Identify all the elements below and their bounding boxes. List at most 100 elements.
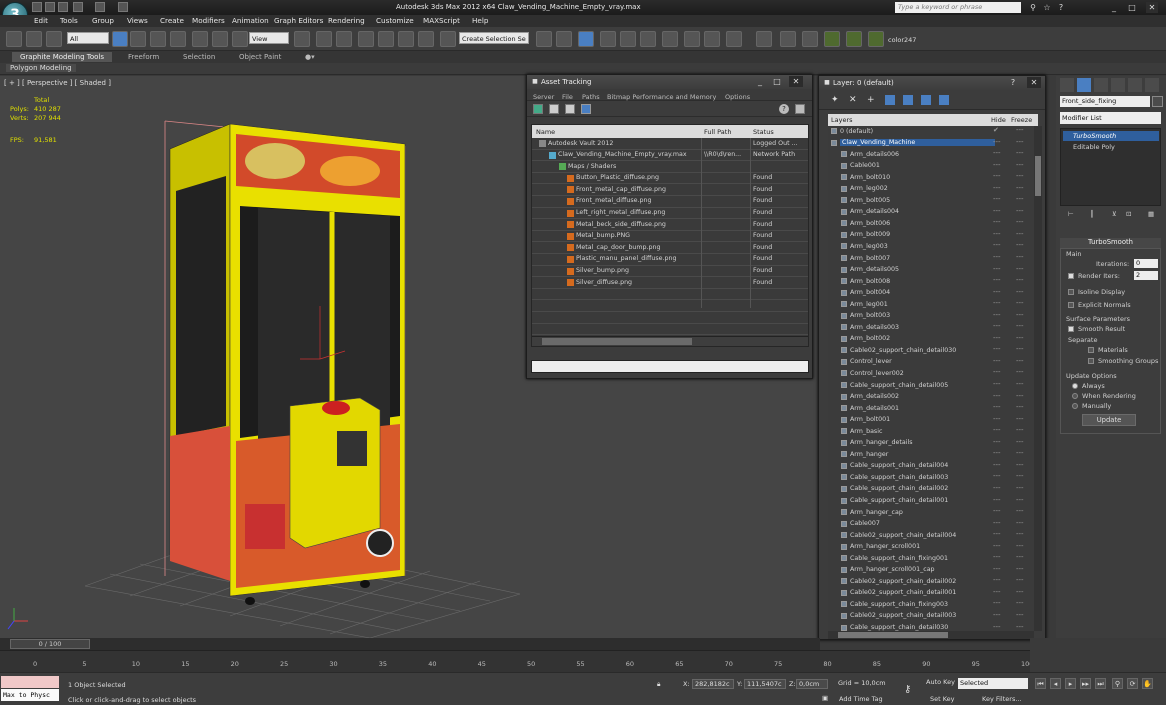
utilities-tab-icon[interactable] <box>1145 78 1159 92</box>
freeze-toggle[interactable]: --- <box>1016 403 1024 411</box>
delete-layer-icon[interactable]: ✕ <box>849 95 859 105</box>
render-iters-spinner[interactable]: 2 <box>1134 271 1158 280</box>
isoline-display-checkbox[interactable] <box>1068 289 1074 295</box>
tree-view-icon[interactable] <box>565 104 575 114</box>
hide-toggle[interactable]: --- <box>993 392 1001 400</box>
help-icon[interactable]: ? <box>779 104 789 114</box>
freeze-toggle[interactable]: --- <box>1016 426 1024 434</box>
freeze-toggle[interactable]: --- <box>1016 126 1024 134</box>
freeze-all-layers-icon[interactable] <box>939 95 949 105</box>
asset-close-button[interactable]: ✕ <box>789 76 803 87</box>
graphite-toggle-icon[interactable] <box>600 31 616 47</box>
go-to-start-icon[interactable]: ⏮ <box>1035 678 1046 689</box>
open-icon[interactable] <box>45 2 55 12</box>
hide-toggle[interactable]: --- <box>993 530 1001 538</box>
tab-object-paint[interactable]: Object Paint <box>239 53 281 61</box>
motion-tab-icon[interactable] <box>1111 78 1125 92</box>
select-manipulate-icon[interactable] <box>316 31 332 47</box>
hide-toggle[interactable]: --- <box>993 496 1001 504</box>
layer-object-row[interactable]: Arm_hanger_scroll001_cap --- --- <box>828 565 1034 577</box>
project-folder-icon[interactable] <box>118 2 128 12</box>
key-icon[interactable]: ⚷ <box>904 684 911 695</box>
freeze-toggle[interactable]: --- <box>1016 172 1024 180</box>
hide-toggle[interactable]: --- <box>993 161 1001 169</box>
layer-object-row[interactable]: Cable_support_chain_detail002 --- --- <box>828 484 1034 496</box>
menu-rendering[interactable]: Rendering <box>328 16 365 25</box>
layer-object-row[interactable]: Control_lever --- --- <box>828 357 1034 369</box>
hide-toggle[interactable]: --- <box>993 265 1001 273</box>
select-objects-in-layer-icon[interactable] <box>885 95 895 105</box>
hide-toggle[interactable]: --- <box>993 184 1001 192</box>
layer-object-row[interactable]: Arm_bolt005 --- --- <box>828 195 1034 207</box>
layer-object-row[interactable]: Arm_bolt003 --- --- <box>828 311 1034 323</box>
layer-object-row[interactable]: Cable007 --- --- <box>828 519 1034 531</box>
rectangle-selection-icon[interactable] <box>150 31 166 47</box>
undo-icon[interactable] <box>73 2 83 12</box>
menu-group[interactable]: Group <box>92 16 114 25</box>
physx-simulate-icon[interactable] <box>846 31 862 47</box>
tab-polygon-modeling[interactable]: Polygon Modeling <box>6 64 76 72</box>
hide-toggle[interactable]: --- <box>993 218 1001 226</box>
column-hide[interactable]: Hide <box>991 116 1006 124</box>
tab-graphite-modeling-tools[interactable]: Graphite Modeling Tools <box>12 52 113 62</box>
move-icon[interactable] <box>192 31 208 47</box>
maximize-button[interactable]: □ <box>1126 2 1138 13</box>
tab-selection[interactable]: Selection <box>183 53 215 61</box>
column-status[interactable]: Status <box>753 128 774 136</box>
freeze-toggle[interactable]: --- <box>1016 311 1024 319</box>
hide-toggle[interactable]: --- <box>993 519 1001 527</box>
hide-toggle[interactable]: --- <box>993 149 1001 157</box>
freeze-toggle[interactable]: --- <box>1016 461 1024 469</box>
column-full-path[interactable]: Full Path <box>704 128 731 136</box>
hide-toggle[interactable]: --- <box>993 576 1001 584</box>
freeze-toggle[interactable]: --- <box>1016 519 1024 527</box>
freeze-toggle[interactable]: --- <box>1016 472 1024 480</box>
layer-object-row[interactable]: Arm_details004 --- --- <box>828 207 1034 219</box>
manually-radio[interactable] <box>1072 403 1078 409</box>
y-coordinate[interactable]: 111,5407c <box>744 679 786 689</box>
asset-row[interactable]: Autodesk Vault 2012 Logged Out ... <box>532 138 808 150</box>
layer-object-row[interactable]: Arm_bolt004 --- --- <box>828 288 1034 300</box>
hide-toggle[interactable]: --- <box>993 334 1001 342</box>
scale-icon[interactable] <box>232 31 248 47</box>
show-end-result-icon[interactable]: ┃ <box>1090 210 1094 218</box>
asset-row[interactable]: Left_right_metal_diffuse.png Found <box>532 208 808 220</box>
hide-toggle[interactable]: --- <box>993 611 1001 619</box>
layer-object-row[interactable]: Cable_support_chain_fixing003 --- --- <box>828 599 1034 611</box>
hide-toggle[interactable]: --- <box>993 484 1001 492</box>
reference-coordinate-dropdown[interactable]: View <box>249 32 289 44</box>
layer-object-row[interactable]: Arm_bolt002 --- --- <box>828 334 1034 346</box>
asset-tracking-window[interactable]: Asset Tracking ■ _ □ ✕ Server File Paths… <box>526 74 813 379</box>
new-icon[interactable] <box>32 2 42 12</box>
layer-default[interactable]: 0 (default) ✔ --- <box>828 126 1034 138</box>
pan-icon[interactable]: ✋ <box>1142 678 1153 689</box>
layer-object-row[interactable]: Cable02_support_chain_detail030 --- --- <box>828 345 1034 357</box>
freeze-toggle[interactable]: --- <box>1016 299 1024 307</box>
asset-row[interactable]: Plastic_manu_panel_diffuse.png Found <box>532 254 808 266</box>
modify-tab-icon[interactable] <box>1077 78 1091 92</box>
freeze-toggle[interactable]: --- <box>1016 576 1024 584</box>
hide-toggle[interactable]: --- <box>993 542 1001 550</box>
rotate-icon[interactable] <box>212 31 228 47</box>
asset-row[interactable]: Silver_diffuse.png Found <box>532 277 808 289</box>
freeze-toggle[interactable]: --- <box>1016 161 1024 169</box>
layer-object-row[interactable]: Arm_bolt008 --- --- <box>828 276 1034 288</box>
asset-path-field[interactable] <box>531 360 809 373</box>
create-tab-icon[interactable] <box>1060 78 1074 92</box>
freeze-toggle[interactable]: --- <box>1016 623 1024 631</box>
freeze-toggle[interactable]: --- <box>1016 195 1024 203</box>
hide-toggle[interactable]: --- <box>993 426 1001 434</box>
time-tag-icon[interactable]: ▣ <box>822 694 828 702</box>
hide-toggle[interactable]: --- <box>993 553 1001 561</box>
asset-row[interactable]: Button_Plastic_diffuse.png Found <box>532 173 808 185</box>
maxscript-listener-output[interactable] <box>1 676 59 688</box>
hide-toggle[interactable]: --- <box>993 230 1001 238</box>
freeze-toggle[interactable]: --- <box>1016 565 1024 573</box>
hierarchy-tab-icon[interactable] <box>1094 78 1108 92</box>
minimize-button[interactable]: _ <box>1108 2 1120 13</box>
hide-toggle[interactable]: --- <box>993 288 1001 296</box>
hide-toggle[interactable]: --- <box>993 565 1001 573</box>
orbit-icon[interactable]: ⟳ <box>1127 678 1138 689</box>
asset-row[interactable]: Metal_beck_side_diffuse.png Found <box>532 219 808 231</box>
go-to-end-icon[interactable]: ⏭ <box>1095 678 1106 689</box>
